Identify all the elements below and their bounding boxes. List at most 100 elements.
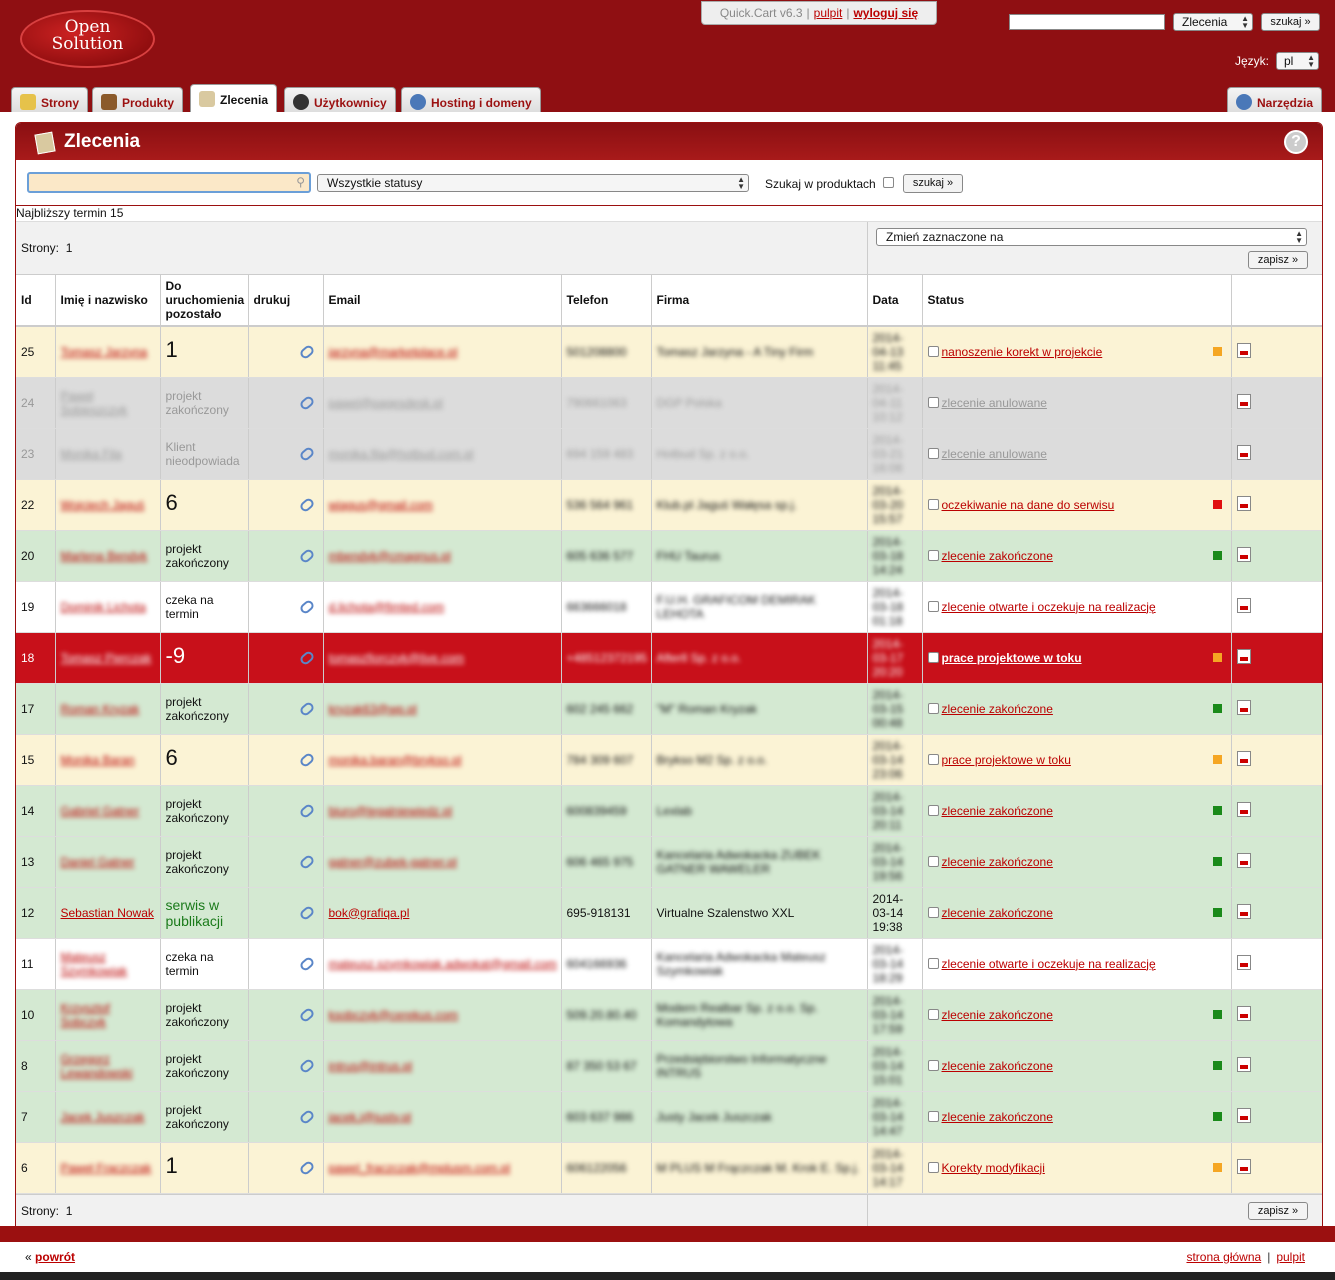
status-link[interactable]: zlecenie otwarte i oczekuje na realizacj… bbox=[942, 600, 1156, 614]
customer-link[interactable]: Roman Kryzak bbox=[61, 702, 140, 716]
row-select-checkbox[interactable] bbox=[927, 1162, 939, 1173]
email-link[interactable]: pawel@pagesdesk.pl bbox=[329, 396, 443, 410]
edit-icon[interactable] bbox=[1236, 1005, 1251, 1021]
tab-narzedzia[interactable]: Narzędzia bbox=[1227, 87, 1323, 112]
col-id[interactable]: Id bbox=[16, 275, 56, 327]
paperclip-icon[interactable] bbox=[297, 1108, 316, 1125]
customer-link[interactable]: Marlena Bendyk bbox=[61, 549, 148, 563]
paperclip-icon[interactable] bbox=[297, 445, 316, 462]
edit-icon[interactable] bbox=[1236, 1107, 1251, 1123]
paperclip-icon[interactable] bbox=[297, 955, 316, 972]
row-select-checkbox[interactable] bbox=[927, 754, 939, 765]
row-select-checkbox[interactable] bbox=[927, 499, 939, 510]
paperclip-icon[interactable] bbox=[297, 1057, 316, 1074]
edit-icon[interactable] bbox=[1236, 393, 1251, 409]
search-in-products-checkbox[interactable] bbox=[883, 177, 894, 188]
status-link[interactable]: prace projektowe w toku bbox=[942, 753, 1071, 767]
status-link[interactable]: zlecenie zakończone bbox=[942, 906, 1053, 920]
status-link[interactable]: zlecenie anulowane bbox=[942, 396, 1047, 410]
col-status[interactable]: Status bbox=[922, 275, 1232, 327]
status-link[interactable]: oczekiwanie na dane do serwisu bbox=[942, 498, 1115, 512]
paperclip-icon[interactable] bbox=[297, 649, 316, 666]
email-link[interactable]: intrus@intrus.pl bbox=[329, 1059, 413, 1073]
email-link[interactable]: pawel_fraczczak@mplusm.com.pl bbox=[329, 1161, 511, 1175]
customer-link[interactable]: Tomasz Pierczak bbox=[61, 651, 152, 665]
row-select-checkbox[interactable] bbox=[927, 1111, 939, 1122]
paperclip-icon[interactable] bbox=[297, 598, 316, 615]
email-link[interactable]: monika.fila@hotbud.com.pl bbox=[329, 447, 474, 461]
customer-link[interactable]: Monika Fila bbox=[61, 447, 122, 461]
tab-hosting[interactable]: Hosting i domeny bbox=[401, 87, 541, 112]
header-search-input[interactable] bbox=[1009, 14, 1165, 30]
tab-zlecenia[interactable]: Zlecenia bbox=[190, 84, 278, 112]
paperclip-icon[interactable] bbox=[297, 700, 316, 717]
row-select-checkbox[interactable] bbox=[927, 1009, 939, 1020]
paperclip-icon[interactable] bbox=[297, 547, 316, 564]
paperclip-icon[interactable] bbox=[297, 904, 316, 921]
status-link[interactable]: prace projektowe w toku bbox=[942, 651, 1082, 665]
pager-page[interactable]: 1 bbox=[66, 1204, 73, 1218]
status-link[interactable]: zlecenie zakończone bbox=[942, 804, 1053, 818]
email-link[interactable]: gatner@zubek-gatner.pl bbox=[329, 855, 457, 869]
tab-strony[interactable]: Strony bbox=[11, 87, 89, 112]
row-select-checkbox[interactable] bbox=[927, 346, 939, 358]
status-link[interactable]: zlecenie zakończone bbox=[942, 855, 1053, 869]
paperclip-icon[interactable] bbox=[297, 496, 316, 513]
customer-link[interactable]: Paweł Sobieszczyk bbox=[61, 389, 128, 417]
logo[interactable]: Open Solution bbox=[20, 10, 155, 68]
edit-icon[interactable] bbox=[1236, 903, 1251, 919]
order-search-input[interactable]: ⚲ bbox=[27, 172, 311, 193]
home-link[interactable]: strona główna bbox=[1186, 1250, 1261, 1264]
dashboard-link[interactable]: pulpit bbox=[814, 6, 843, 20]
row-select-checkbox[interactable] bbox=[927, 907, 939, 918]
customer-link[interactable]: Tomasz Jarzyna bbox=[61, 345, 148, 359]
customer-link[interactable]: Mateusz Szymkowiak bbox=[61, 950, 128, 978]
paperclip-icon[interactable] bbox=[297, 394, 316, 411]
row-select-checkbox[interactable] bbox=[927, 550, 939, 561]
status-link[interactable]: Korekty modyfikacji bbox=[942, 1161, 1045, 1175]
col-phone[interactable]: Telefon bbox=[561, 275, 652, 327]
header-search-button[interactable]: szukaj » bbox=[1261, 13, 1320, 31]
status-link[interactable]: zlecenie zakończone bbox=[942, 702, 1053, 716]
row-select-checkbox[interactable] bbox=[927, 448, 939, 459]
customer-link[interactable]: Jacek Juszczak bbox=[61, 1110, 145, 1124]
email-link[interactable]: bok@grafiqa.pl bbox=[329, 906, 410, 920]
row-select-checkbox[interactable] bbox=[927, 601, 939, 612]
edit-icon[interactable] bbox=[1236, 954, 1251, 970]
status-link[interactable]: zlecenie anulowane bbox=[942, 447, 1047, 461]
email-link[interactable]: monika.baran@brykso.pl bbox=[329, 753, 462, 767]
customer-link[interactable]: Daniel Gatner bbox=[61, 855, 135, 869]
row-select-checkbox[interactable] bbox=[927, 397, 939, 408]
customer-link[interactable]: Sebastian Nowak bbox=[61, 906, 154, 920]
edit-icon[interactable] bbox=[1236, 1056, 1251, 1072]
footer-dashboard-link[interactable]: pulpit bbox=[1276, 1250, 1305, 1264]
filter-search-button[interactable]: szukaj » bbox=[903, 174, 963, 193]
edit-icon[interactable] bbox=[1236, 699, 1251, 715]
email-link[interactable]: biuro@legalniewiedz.pl bbox=[329, 804, 453, 818]
status-link[interactable]: zlecenie zakończone bbox=[942, 1008, 1053, 1022]
save-button-bottom[interactable]: zapisz » bbox=[1248, 1201, 1308, 1220]
customer-link[interactable]: Dominik Lichota bbox=[61, 600, 146, 614]
tab-produkty[interactable]: Produkty bbox=[92, 87, 184, 112]
paperclip-icon[interactable] bbox=[297, 1006, 316, 1023]
paperclip-icon[interactable] bbox=[297, 751, 316, 768]
help-icon[interactable]: ? bbox=[1284, 130, 1308, 154]
email-link[interactable]: tomaszfiorczyk@live.com bbox=[329, 651, 465, 665]
customer-link[interactable]: Gabriel Gatner bbox=[61, 804, 140, 818]
customer-link[interactable]: Wojciech Jaguś bbox=[61, 498, 145, 512]
col-email[interactable]: Email bbox=[323, 275, 562, 327]
save-button[interactable]: zapisz » bbox=[1248, 251, 1308, 269]
pager-page[interactable]: 1 bbox=[66, 241, 73, 255]
header-search-scope-select[interactable]: Zlecenia ▲ ▼ bbox=[1173, 13, 1253, 31]
status-filter-select[interactable]: Wszystkie statusy ▲ ▼ bbox=[317, 174, 749, 192]
edit-icon[interactable] bbox=[1236, 852, 1251, 868]
edit-icon[interactable] bbox=[1236, 546, 1251, 562]
status-link[interactable]: zlecenie otwarte i oczekuje na realizacj… bbox=[942, 957, 1156, 971]
customer-link[interactable]: Paweł Frączczak bbox=[61, 1161, 152, 1175]
paperclip-icon[interactable] bbox=[297, 343, 316, 361]
customer-link[interactable]: Monika Baran bbox=[61, 753, 135, 767]
row-select-checkbox[interactable] bbox=[927, 805, 939, 816]
email-link[interactable]: wjagus@gmail.com bbox=[329, 498, 433, 512]
email-link[interactable]: mbendyk@cmagnus.pl bbox=[329, 549, 451, 563]
logout-link[interactable]: wyloguj się bbox=[853, 6, 918, 20]
